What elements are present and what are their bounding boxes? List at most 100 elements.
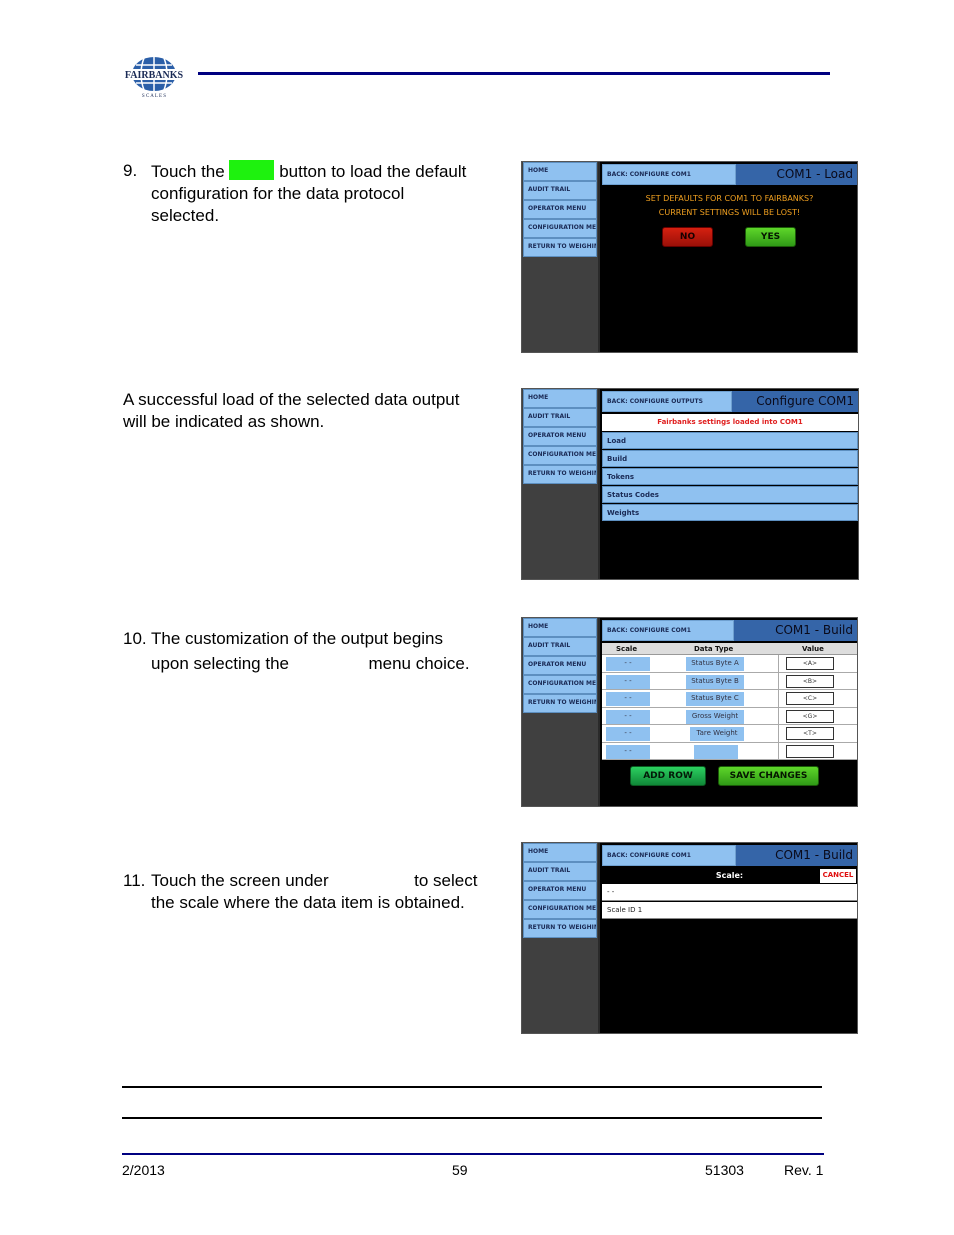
sidebar-item-return-to-weighing[interactable]: RETURN TO WEIGHING (523, 238, 597, 257)
build-table: Scale Data Type Value - - Status Byte A … (602, 643, 857, 760)
save-changes-button[interactable]: SAVE CHANGES (718, 766, 819, 786)
main-panel: BACK: CONFIGURE OUTPUTS Configure COM1 F… (602, 389, 858, 579)
menu-item-status-codes[interactable]: Status Codes (602, 486, 858, 503)
step-number: 9. (123, 161, 138, 180)
screenshot-configure-com1: HOME AUDIT TRAIL OPERATOR MENU CONFIGURA… (521, 388, 859, 580)
sidebar-item-configuration-menu[interactable]: CONFIGURATION MENU (523, 675, 597, 694)
table-row: - - Gross Weight <G> (602, 708, 857, 725)
data-type-cell[interactable]: Tare Weight (690, 727, 744, 741)
scale-option-none[interactable]: - - (602, 884, 857, 901)
value-field[interactable]: <G> (786, 709, 834, 723)
sidebar-item-return-to-weighing[interactable]: RETURN TO WEIGHING (523, 694, 597, 713)
footer-rule-blue (122, 1153, 824, 1155)
sidebar-item-operator-menu[interactable]: OPERATOR MENU (523, 200, 597, 219)
scale-cell[interactable]: - - (606, 674, 650, 689)
sidebar: HOME AUDIT TRAIL OPERATOR MENU CONFIGURA… (522, 618, 600, 806)
value-field[interactable] (786, 744, 834, 758)
step-number: 10. (123, 629, 147, 648)
confirm-message-line1: SET DEFAULTS FOR COM1 TO FAIRBANKS? (645, 194, 814, 203)
scale-option-id-1[interactable]: Scale ID 1 (602, 902, 857, 919)
screenshot-com1-build: HOME AUDIT TRAIL OPERATOR MENU CONFIGURA… (521, 617, 858, 807)
sidebar-item-home[interactable]: HOME (523, 618, 597, 637)
scale-cell[interactable]: - - (606, 727, 650, 741)
footer-rule-top (122, 1086, 822, 1088)
back-button[interactable]: BACK: CONFIGURE COM1 (602, 620, 734, 641)
footer-rule-middle (122, 1117, 822, 1119)
column-header-data-type: Data Type (694, 645, 734, 653)
step-number: 11. (123, 871, 146, 890)
sidebar-item-return-to-weighing[interactable]: RETURN TO WEIGHING (523, 465, 597, 484)
main-panel: BACK: CONFIGURE COM1 COM1 - Build Scale:… (602, 843, 857, 1033)
main-panel: BACK: CONFIGURE COM1 COM1 - Build Scale … (602, 618, 857, 806)
sidebar-item-audit-trail[interactable]: AUDIT TRAIL (523, 862, 597, 881)
screen-title: COM1 - Load (736, 164, 857, 185)
menu-item-load[interactable]: Load (602, 432, 858, 449)
sidebar-item-audit-trail[interactable]: AUDIT TRAIL (523, 181, 597, 200)
value-field[interactable]: <T> (786, 727, 834, 740)
cancel-button[interactable]: CANCEL (820, 869, 856, 883)
footer-date: 2/2013 (122, 1162, 165, 1178)
menu-item-tokens[interactable]: Tokens (602, 468, 858, 485)
confirm-message-line2: CURRENT SETTINGS WILL BE LOST! (658, 208, 801, 217)
no-button[interactable]: NO (662, 227, 713, 247)
screen-title: COM1 - Build (734, 620, 857, 641)
screen-title: COM1 - Build (736, 845, 857, 866)
menu-item-build[interactable]: Build (602, 450, 858, 467)
sidebar-item-home[interactable]: HOME (523, 843, 597, 862)
table-row: - - Status Byte B <B> (602, 673, 857, 690)
sidebar-item-audit-trail[interactable]: AUDIT TRAIL (523, 408, 597, 427)
data-type-cell[interactable]: Status Byte C (686, 692, 744, 706)
svg-text:FAIRBANKS: FAIRBANKS (125, 70, 184, 81)
footer-doc-number: 51303 (705, 1162, 744, 1178)
value-field[interactable]: <A> (786, 657, 834, 670)
scale-cell[interactable]: - - (606, 692, 650, 706)
step-9: 9. Touch the button to load the default … (123, 160, 467, 225)
step-11: 11. Touch the screen under to select the… (123, 871, 478, 912)
scale-cell[interactable]: - - (606, 744, 650, 759)
sidebar-item-operator-menu[interactable]: OPERATOR MENU (523, 656, 597, 675)
back-button[interactable]: BACK: CONFIGURE OUTPUTS (602, 391, 732, 412)
sidebar-item-configuration-menu[interactable]: CONFIGURATION MENU (523, 446, 597, 465)
data-type-cell[interactable]: Gross Weight (686, 709, 744, 724)
step-10: 10. The customization of the output begi… (123, 626, 503, 676)
success-paragraph: A successful load of the selected data o… (123, 390, 460, 431)
data-type-cell[interactable]: Status Byte A (686, 657, 744, 671)
back-button[interactable]: BACK: CONFIGURE COM1 (602, 845, 736, 866)
table-row: - - (602, 743, 857, 760)
data-type-cell[interactable] (694, 744, 738, 759)
screenshot-com1-load: HOME AUDIT TRAIL OPERATOR MENU CONFIGURA… (521, 161, 858, 353)
main-panel: BACK: CONFIGURE COM1 COM1 - Load SET DEF… (602, 162, 857, 352)
sidebar-item-operator-menu[interactable]: OPERATOR MENU (523, 427, 597, 446)
back-button[interactable]: BACK: CONFIGURE COM1 (602, 164, 736, 185)
scale-heading-bar: Scale: CANCEL (602, 868, 857, 884)
fairbanks-logo: FAIRBANKS S C A L E S (124, 56, 184, 99)
value-field[interactable]: <C> (786, 692, 834, 705)
sidebar-item-configuration-menu[interactable]: CONFIGURATION MENU (523, 900, 597, 919)
sidebar-item-home[interactable]: HOME (523, 162, 597, 181)
svg-text:S C A L E S: S C A L E S (142, 94, 166, 98)
table-row: - - Status Byte C <C> (602, 690, 857, 708)
scale-heading: Scale: (715, 871, 744, 880)
scale-cell[interactable]: - - (606, 709, 650, 724)
sidebar-item-audit-trail[interactable]: AUDIT TRAIL (523, 637, 597, 656)
data-type-cell[interactable]: Status Byte B (686, 674, 744, 689)
column-header-scale: Scale (616, 645, 638, 653)
header-rule (198, 72, 830, 75)
sidebar-item-return-to-weighing[interactable]: RETURN TO WEIGHING (523, 919, 597, 938)
sidebar: HOME AUDIT TRAIL OPERATOR MENU CONFIGURA… (522, 389, 600, 579)
sidebar-item-home[interactable]: HOME (523, 389, 597, 408)
add-row-button[interactable]: ADD ROW (630, 766, 706, 786)
value-field[interactable]: <B> (786, 674, 834, 688)
sidebar: HOME AUDIT TRAIL OPERATOR MENU CONFIGURA… (522, 843, 600, 1033)
footer-revision: Rev. 1 (784, 1162, 824, 1178)
scale-cell[interactable]: - - (606, 657, 650, 671)
yes-button[interactable]: YES (745, 227, 796, 247)
column-header-value: Value (802, 645, 824, 653)
menu-item-weights[interactable]: Weights (602, 504, 858, 521)
sidebar: HOME AUDIT TRAIL OPERATOR MENU CONFIGURA… (522, 162, 600, 352)
table-row: - - Tare Weight <T> (602, 725, 857, 743)
globe-icon: FAIRBANKS S C A L E S (124, 57, 184, 99)
sidebar-item-operator-menu[interactable]: OPERATOR MENU (523, 881, 597, 900)
status-banner: Fairbanks settings loaded into COM1 (602, 414, 858, 431)
sidebar-item-configuration-menu[interactable]: CONFIGURATION MENU (523, 219, 597, 238)
